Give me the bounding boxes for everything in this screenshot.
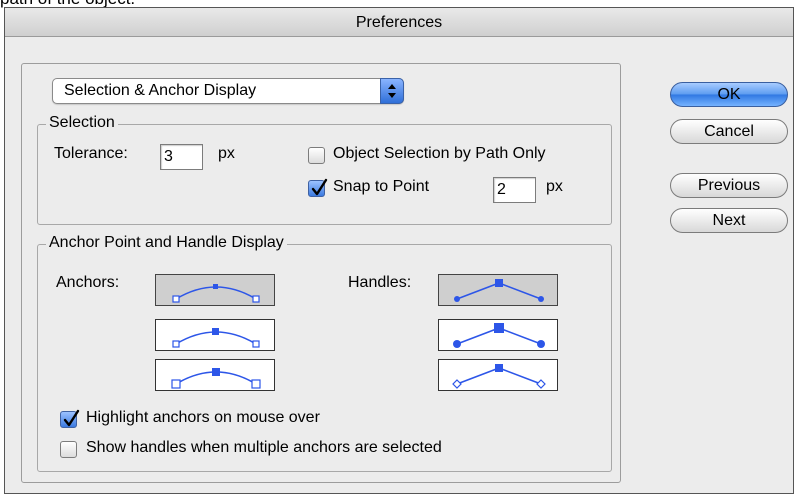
tolerance-input[interactable]: 3 [160,144,203,170]
highlight-anchors-label[interactable]: Highlight anchors on mouse over [86,409,320,427]
anchor-style-1-icon [172,284,260,303]
snap-to-point-label[interactable]: Snap to Point [333,178,429,196]
highlight-anchors-checkbox[interactable] [60,409,80,428]
anchor-handle-display-group: Anchor Point and Handle Display Anchors:… [37,234,612,472]
selection-legend: Selection [46,114,118,132]
category-select-value: Selection & Anchor Display [64,82,257,99]
previous-button[interactable]: Previous [670,173,788,198]
preferences-dialog: Preferences Selection & Anchor Display S… [4,7,794,494]
handle-style-option-1[interactable] [438,274,558,306]
snap-to-point-checkbox[interactable] [308,178,328,197]
anchor-style-option-2[interactable] [155,319,275,351]
tolerance-unit: px [218,145,235,162]
anchor-display-legend: Anchor Point and Handle Display [46,234,287,252]
handle-style-option-2[interactable] [438,319,558,351]
ok-button[interactable]: OK [670,82,788,107]
window-title: Preferences [5,8,793,37]
anchors-label: Anchors: [56,274,120,291]
preferences-category-select[interactable]: Selection & Anchor Display [52,78,404,104]
checkmark-icon [63,409,80,427]
next-button[interactable]: Next [670,208,788,233]
checkmark-icon [311,178,328,196]
anchor-style-3-icon [171,368,261,389]
tolerance-label: Tolerance: [54,145,128,162]
handle-style-1-icon [454,279,544,302]
dialog-content: Selection & Anchor Display Selection Tol… [5,38,793,493]
selection-group: Selection Tolerance: 3 px Object Selecti… [37,114,612,225]
object-selection-checkbox[interactable] [308,147,325,164]
snap-tolerance-input[interactable]: 2 [493,177,536,203]
handle-style-option-3[interactable] [438,359,558,391]
handles-label: Handles: [348,274,412,291]
anchor-style-option-3[interactable] [155,359,275,391]
snap-unit: px [546,178,563,195]
anchor-style-2-icon [172,328,260,348]
preferences-panel: Selection & Anchor Display Selection Tol… [21,63,621,483]
handle-style-2-icon [453,323,545,348]
object-selection-label[interactable]: Object Selection by Path Only [333,145,546,163]
popup-arrows-icon [380,78,404,104]
cancel-button[interactable]: Cancel [670,119,788,144]
show-handles-checkbox[interactable] [60,441,77,458]
handle-style-3-icon [452,364,546,389]
show-handles-label[interactable]: Show handles when multiple anchors are s… [86,439,442,457]
anchor-style-option-1[interactable] [155,274,275,306]
